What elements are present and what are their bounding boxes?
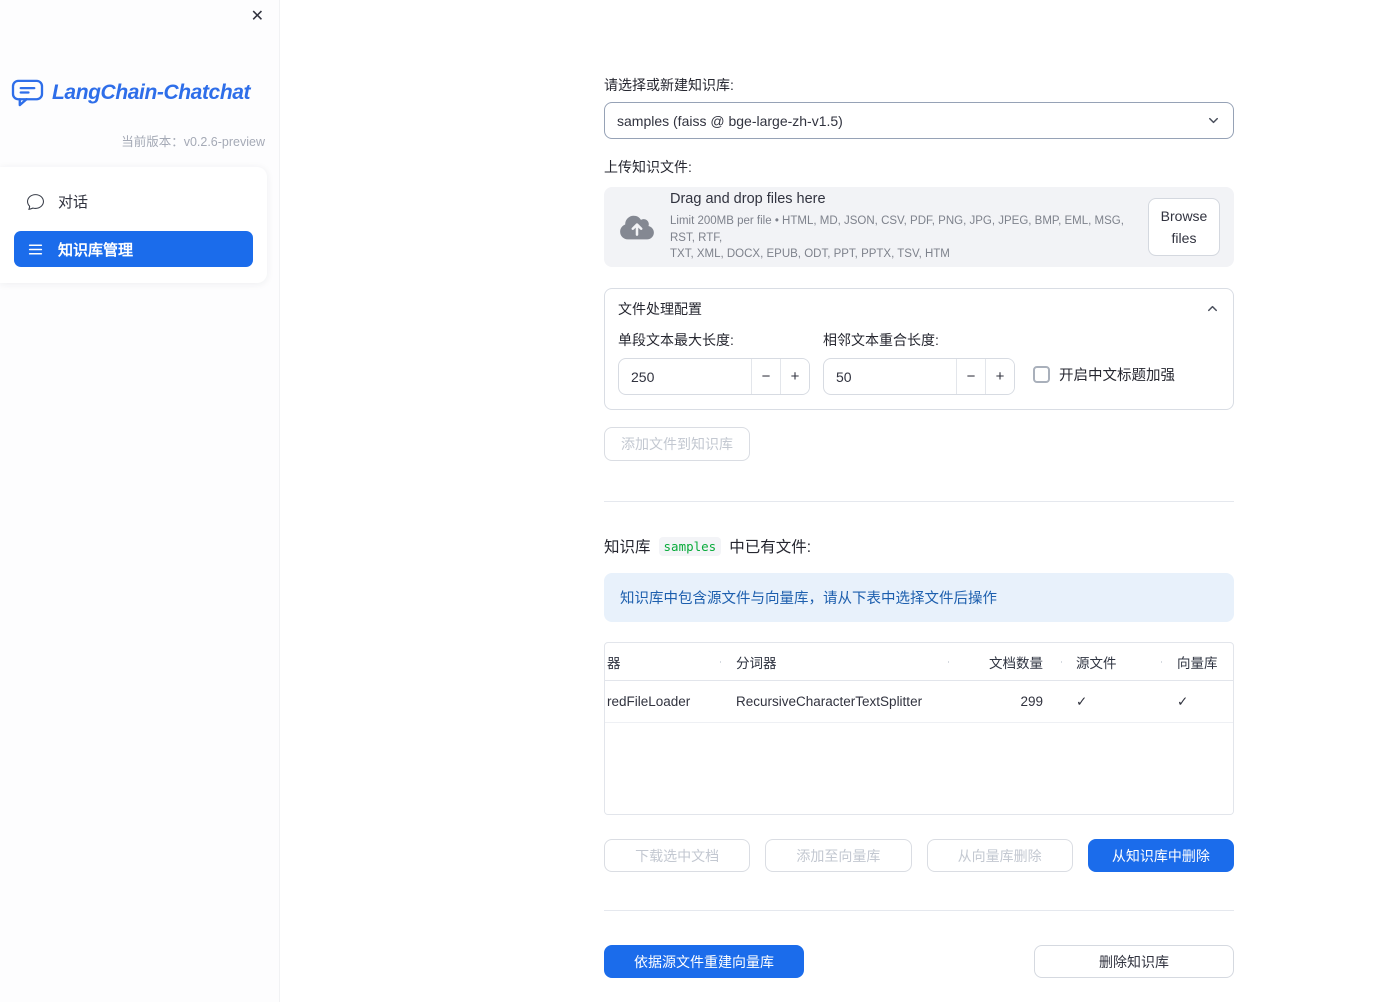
divider [604, 501, 1234, 502]
kb-select-value: samples (faiss @ bge-large-zh-v1.5) [617, 112, 843, 129]
expander-header[interactable]: 文件处理配置 [605, 289, 1233, 328]
logo-chat-bubble-icon [11, 78, 44, 107]
download-selected-button[interactable]: 下载选中文档 [604, 839, 751, 872]
table-row[interactable]: redFileLoader RecursiveCharacterTextSpli… [605, 681, 1233, 723]
chunk-size-field: 单段文本最大长度: 250 − + [618, 330, 810, 395]
info-alert: 知识库中包含源文件与向量库，请从下表中选择文件后操作 [604, 573, 1234, 622]
kb-select-label: 请选择或新建知识库: [604, 77, 734, 93]
chunk-size-increment-button[interactable]: + [780, 359, 809, 394]
chunk-size-input: 250 − + [618, 358, 810, 395]
delete-from-vector-store-button[interactable]: 从向量库删除 [926, 839, 1073, 872]
expander-body: 单段文本最大长度: 250 − + 相邻文本重合长度: 50 − + 开启中文标… [605, 328, 1233, 409]
kb-name-code: samples [658, 536, 722, 556]
sidebar-item-label: 对话 [58, 193, 89, 211]
kb-footer-actions: 依据源文件重建向量库 删除知识库 [604, 945, 1234, 978]
cell-splitter: RecursiveCharacterTextSplitter [736, 694, 923, 709]
chevron-up-icon [1205, 301, 1220, 316]
add-to-vector-store-button[interactable]: 添加至向量库 [765, 839, 912, 872]
file-actions-row: 下载选中文档 添加至向量库 从向量库删除 从知识库中删除 [604, 839, 1234, 872]
sidebar-item-chat[interactable]: 对话 [14, 183, 253, 219]
dropzone-title: Drag and drop files here [670, 190, 826, 207]
table-header-vector-store[interactable]: 向量库 [1161, 652, 1233, 672]
table-header-loader[interactable]: 器 [605, 652, 720, 672]
sidebar-item-label: 知识库管理 [58, 241, 134, 259]
delete-from-kb-button[interactable]: 从知识库中删除 [1087, 839, 1234, 872]
dropzone-limit: Limit 200MB per file • HTML, MD, JSON, C… [670, 214, 1124, 261]
table-header-source-file[interactable]: 源文件 [1061, 652, 1161, 672]
sidebar-menu: 对话 知识库管理 [0, 167, 267, 283]
chunk-size-decrement-button[interactable]: − [751, 359, 780, 394]
checkbox-label: 开启中文标题加强 [1059, 368, 1175, 384]
divider [604, 910, 1234, 911]
overlap-size-field: 相邻文本重合长度: 50 − + [823, 330, 1015, 395]
file-config-expander: 文件处理配置 单段文本最大长度: 250 − + 相邻文本重合长度: 50 − … [604, 288, 1234, 410]
main-area: 请选择或新建知识库: samples (faiss @ bge-large-zh… [280, 0, 1380, 1002]
delete-kb-button[interactable]: 删除知识库 [1034, 945, 1234, 978]
cloud-upload-icon [620, 214, 654, 241]
table-empty-area [605, 723, 1233, 814]
list-icon [27, 241, 44, 258]
version-label: 当前版本：v0.2.6-preview [121, 135, 265, 149]
kb-files-heading: 知识库 samples 中已有文件: [604, 536, 812, 556]
expander-title: 文件处理配置 [618, 300, 702, 317]
sidebar-item-kb-management[interactable]: 知识库管理 [14, 231, 253, 267]
chat-bubble-icon [27, 193, 44, 210]
chunk-size-label: 单段文本最大长度: [618, 332, 734, 348]
chunk-size-value[interactable]: 250 [619, 359, 751, 394]
cell-vector-store-check: ✓ [1177, 693, 1189, 709]
chevron-down-icon [1206, 113, 1221, 128]
overlap-size-input: 50 − + [823, 358, 1015, 395]
zh-title-enhance-checkbox[interactable]: 开启中文标题加强 [1033, 364, 1175, 385]
overlap-size-label: 相邻文本重合长度: [823, 332, 939, 348]
kb-files-table: 器 分词器 文档数量 源文件 向量库 redFileLoader Recursi… [604, 642, 1234, 815]
rebuild-vector-store-button[interactable]: 依据源文件重建向量库 [604, 945, 804, 978]
sidebar: ✕ LangChain-Chatchat 当前版本：v0.2.6-preview… [0, 0, 280, 1002]
table-header-splitter[interactable]: 分词器 [720, 652, 948, 672]
overlap-size-increment-button[interactable]: + [985, 359, 1014, 394]
add-files-to-kb-button[interactable]: 添加文件到知识库 [604, 427, 750, 461]
cell-loader: redFileLoader [607, 694, 691, 709]
app-logo: LangChain-Chatchat [0, 78, 280, 107]
table-header-row: 器 分词器 文档数量 源文件 向量库 [605, 643, 1233, 681]
cell-doc-count: 299 [1020, 694, 1043, 709]
overlap-size-decrement-button[interactable]: − [956, 359, 985, 394]
app-logo-text: LangChain-Chatchat [52, 80, 251, 104]
sidebar-collapse-button[interactable]: ✕ [249, 7, 266, 27]
upload-label: 上传知识文件: [604, 159, 692, 175]
checkbox-box[interactable] [1033, 366, 1050, 383]
dropzone-text: Drag and drop files here Limit 200MB per… [670, 191, 1132, 263]
kb-select[interactable]: samples (faiss @ bge-large-zh-v1.5) [604, 102, 1234, 139]
table-header-doc-count[interactable]: 文档数量 [948, 652, 1061, 672]
file-uploader-dropzone[interactable]: Drag and drop files here Limit 200MB per… [604, 187, 1234, 267]
cell-source-file-check: ✓ [1076, 693, 1088, 709]
overlap-size-value[interactable]: 50 [824, 359, 956, 394]
browse-files-button[interactable]: Browse files [1148, 197, 1220, 257]
